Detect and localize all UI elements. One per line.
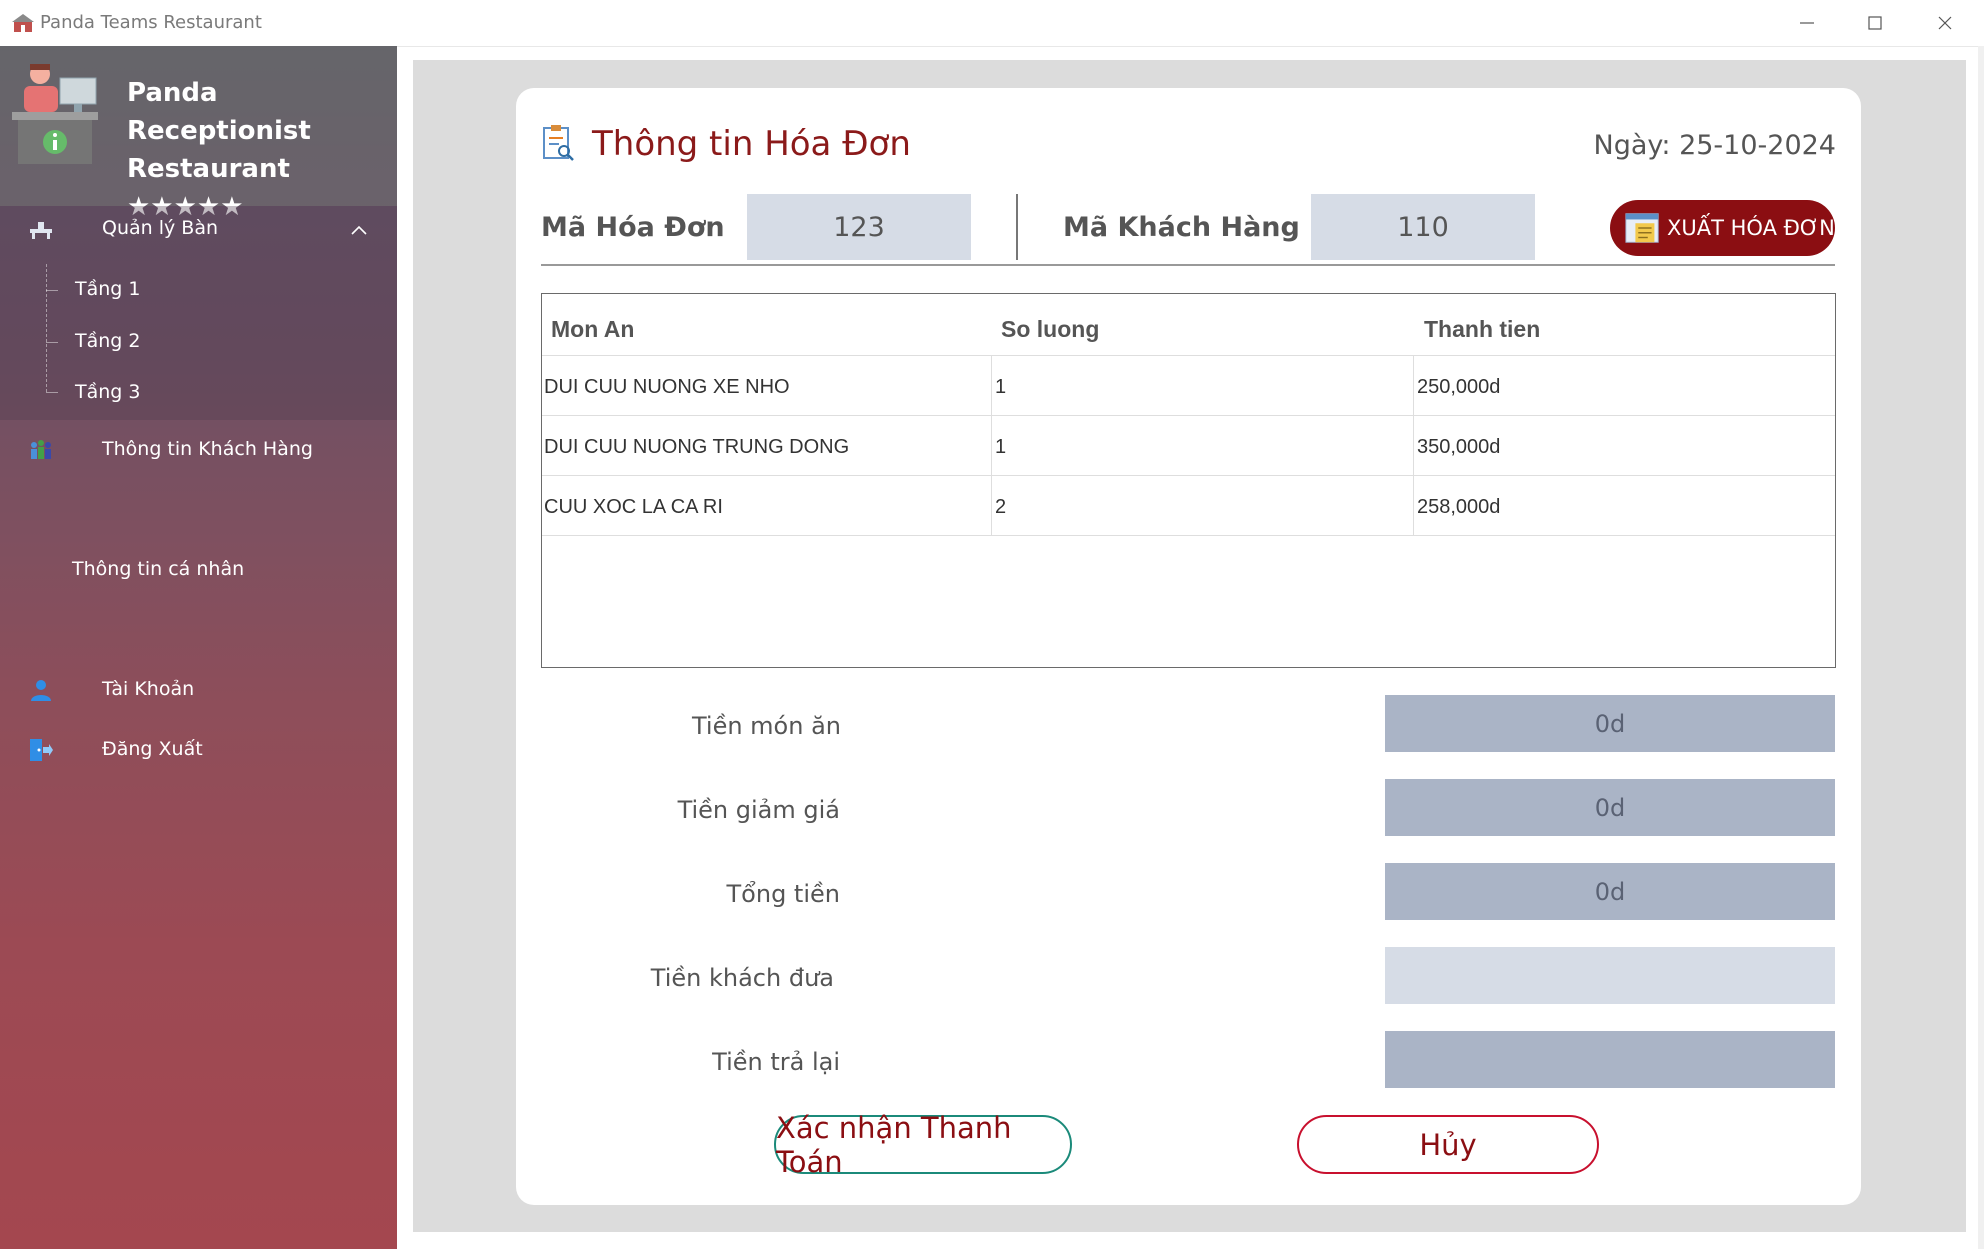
cash-received-input[interactable] bbox=[1385, 947, 1835, 1004]
column-divider bbox=[991, 416, 992, 475]
brand-title-line1: Panda Receptionist bbox=[127, 78, 311, 146]
table-row[interactable]: DUI CUU NUONG TRUNG DONG 1 350,000d bbox=[542, 415, 1835, 475]
nav-account[interactable]: Tài Khoản bbox=[0, 667, 397, 713]
change-due-label: Tiền trả lại bbox=[712, 1048, 840, 1076]
column-divider bbox=[1413, 476, 1414, 535]
nav-personal-info-label: Thông tin cá nhân bbox=[72, 558, 245, 580]
cell-amount: 350,000d bbox=[1417, 436, 1501, 458]
cell-quantity: 2 bbox=[995, 496, 1007, 518]
maximize-button[interactable] bbox=[1840, 0, 1910, 46]
receptionist-logo bbox=[12, 64, 98, 164]
nav-account-label: Tài Khoản bbox=[102, 678, 195, 700]
invoice-date: Ngày: 25-10-2024 bbox=[1593, 130, 1837, 161]
cell-quantity: 1 bbox=[995, 376, 1007, 398]
tree-tick bbox=[46, 290, 58, 291]
cell-dish: DUI CUU NUONG TRUNG DONG bbox=[544, 436, 850, 458]
restaurant-icon bbox=[12, 14, 34, 32]
column-header-quantity[interactable]: So luong bbox=[1001, 316, 1099, 343]
floor-item[interactable]: Tầng 2 bbox=[75, 330, 140, 352]
export-invoice-button[interactable]: XUẤT HÓA ĐƠN bbox=[1610, 200, 1835, 256]
field-divider bbox=[1016, 194, 1018, 260]
invoice-printer-icon bbox=[1625, 213, 1659, 243]
discount-label: Tiền giảm giá bbox=[677, 796, 840, 824]
app-window: Panda Teams Restaurant Panda Receptionis… bbox=[0, 0, 1984, 1249]
column-header-dish[interactable]: Mon An bbox=[551, 316, 634, 343]
logout-icon bbox=[30, 739, 53, 761]
confirm-payment-button[interactable]: Xác nhận Thanh Toán bbox=[774, 1111, 1072, 1179]
invoice-id-field[interactable]: 123 bbox=[747, 194, 971, 260]
cell-quantity: 1 bbox=[995, 436, 1007, 458]
cash-received-label: Tiền khách đưa bbox=[650, 964, 834, 992]
table-row[interactable]: CUU XOC LA CA RI 2 258,000d bbox=[542, 475, 1835, 536]
brand-header: Panda Receptionist Restaurant ★★★★★ bbox=[0, 46, 397, 222]
invoice-clipboard-icon bbox=[543, 125, 574, 161]
column-divider bbox=[1413, 416, 1414, 475]
food-total-field[interactable]: 0d bbox=[1385, 695, 1835, 752]
nav-customer-info[interactable]: Thông tin Khách Hàng bbox=[0, 427, 397, 473]
minimize-button[interactable] bbox=[1772, 0, 1842, 46]
grand-total-field[interactable]: 0d bbox=[1385, 863, 1835, 920]
window-title: Panda Teams Restaurant bbox=[40, 12, 262, 33]
maximize-icon bbox=[1868, 16, 1882, 30]
nav-customer-info-label: Thông tin Khách Hàng bbox=[102, 438, 313, 460]
cancel-button[interactable]: Hủy bbox=[1297, 1115, 1599, 1174]
cell-amount: 250,000d bbox=[1417, 376, 1501, 398]
tree-tick bbox=[46, 342, 58, 343]
invoice-id-label: Mã Hóa Đơn bbox=[541, 212, 725, 243]
order-items-table: Mon An So luong Thanh tien DUI CUU NUONG… bbox=[541, 293, 1836, 668]
invoice-heading: Thông tin Hóa Đơn bbox=[592, 124, 911, 164]
nav-table-management-label: Quản lý Bàn bbox=[102, 217, 219, 239]
column-divider bbox=[991, 356, 992, 415]
nav-logout-label: Đăng Xuất bbox=[102, 738, 203, 760]
tree-tick bbox=[46, 392, 58, 393]
grand-total-label: Tổng tiền bbox=[726, 880, 840, 908]
food-total-label: Tiền món ăn bbox=[691, 712, 841, 740]
sidebar: Panda Receptionist Restaurant ★★★★★ Quản… bbox=[0, 46, 397, 1249]
column-divider bbox=[991, 476, 992, 535]
floor-item[interactable]: Tầng 3 bbox=[75, 381, 140, 403]
cell-amount: 258,000d bbox=[1417, 496, 1501, 518]
minimize-icon bbox=[1800, 22, 1814, 24]
customer-id-field[interactable]: 110 bbox=[1311, 194, 1535, 260]
cell-dish: CUU XOC LA CA RI bbox=[544, 496, 723, 518]
close-icon bbox=[1938, 16, 1952, 30]
customers-icon bbox=[31, 440, 51, 459]
cell-dish: DUI CUU NUONG XE NHO bbox=[544, 376, 790, 398]
close-button[interactable] bbox=[1910, 0, 1980, 46]
dining-table-icon bbox=[30, 222, 52, 239]
column-header-amount[interactable]: Thanh tien bbox=[1424, 316, 1540, 343]
window-edge bbox=[1978, 46, 1984, 1249]
table-row[interactable]: DUI CUU NUONG XE NHO 1 250,000d bbox=[542, 355, 1835, 415]
title-bar: Panda Teams Restaurant bbox=[0, 0, 1984, 47]
change-due-field[interactable] bbox=[1385, 1031, 1835, 1088]
customer-id-label: Mã Khách Hàng bbox=[1063, 212, 1300, 243]
nav-table-management[interactable]: Quản lý Bàn bbox=[0, 206, 397, 252]
header-divider bbox=[541, 264, 1835, 266]
tree-connector bbox=[46, 264, 48, 392]
export-invoice-label: XUẤT HÓA ĐƠN bbox=[1667, 216, 1835, 240]
nav-personal-info[interactable]: Thông tin cá nhân bbox=[0, 547, 397, 593]
user-icon bbox=[31, 680, 51, 701]
discount-field[interactable]: 0d bbox=[1385, 779, 1835, 836]
tables-menu-group: Quản lý Bàn Tầng 1 Tầng 2 Tầng 3 bbox=[0, 206, 397, 420]
chevron-up-icon[interactable] bbox=[351, 225, 367, 235]
column-divider bbox=[1413, 356, 1414, 415]
nav-logout[interactable]: Đăng Xuất bbox=[0, 727, 397, 773]
floor-item[interactable]: Tầng 1 bbox=[75, 278, 140, 300]
